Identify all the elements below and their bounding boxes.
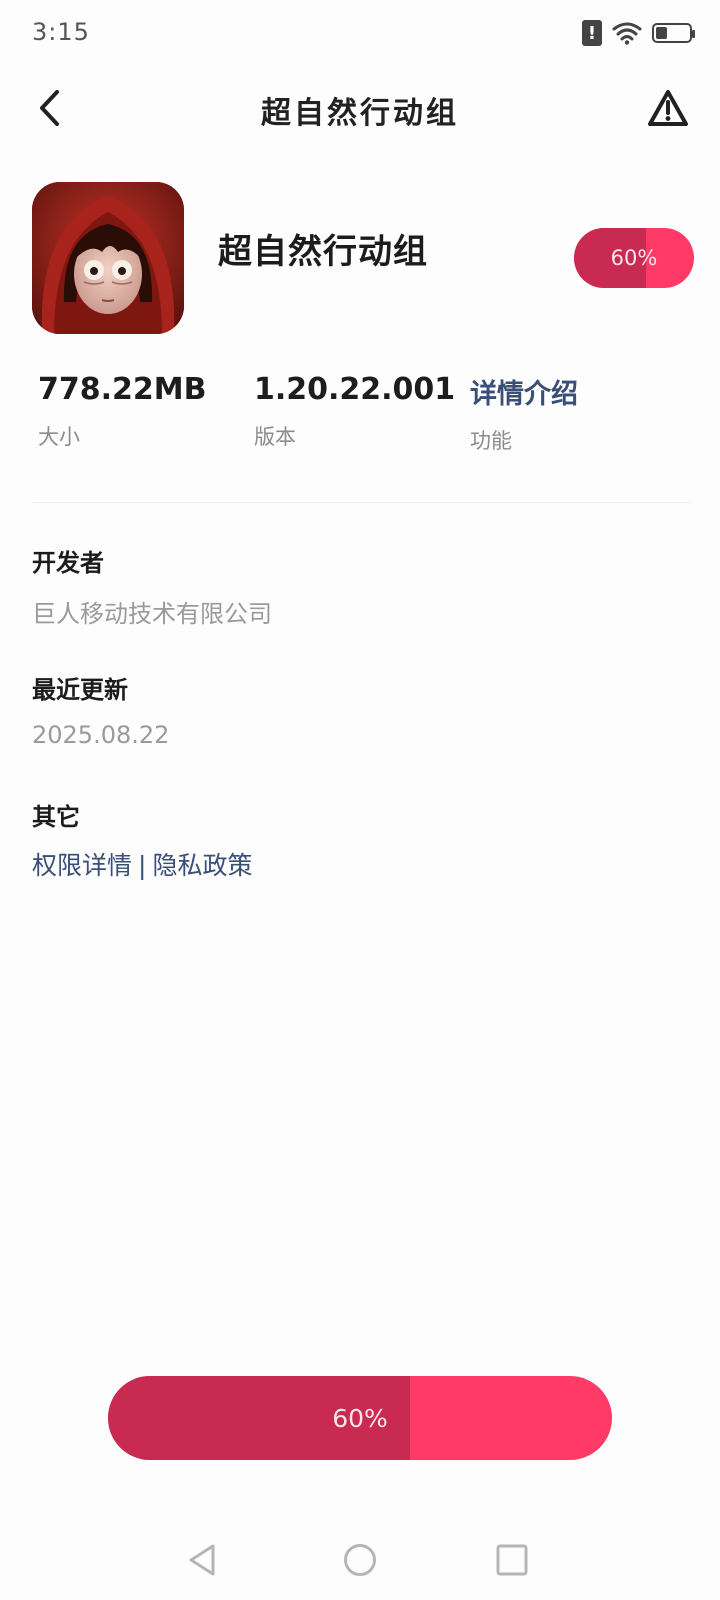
privacy-policy-link[interactable]: 隐私政策 (152, 851, 252, 880)
page-title: 超自然行动组 (261, 96, 459, 131)
system-back-button[interactable] (180, 1538, 224, 1582)
battery-level-fill (656, 27, 668, 39)
other-title: 其它 (32, 803, 80, 831)
status-time: 3:15 (32, 18, 90, 46)
warning-triangle-icon (648, 90, 688, 126)
developer-section: 开发者 巨人移动技术有限公司 (32, 543, 692, 629)
alert-badge-icon: ! (582, 20, 602, 46)
main-progress-label: 60% (332, 1403, 388, 1433)
stat-size: 778.22MB 大小 (38, 372, 207, 451)
stat-version-label: 版本 (254, 425, 296, 449)
app-detail-page: 3:15 ! 超自然行动组 超自然行动组 60% 778.22MB 大小 1.2… (0, 0, 720, 1600)
download-progress-button[interactable]: 60% (108, 1376, 612, 1460)
stat-version-value: 1.20.22.001 (254, 372, 456, 407)
system-nav-bar (0, 1528, 720, 1592)
divider (32, 502, 692, 503)
update-title: 最近更新 (32, 676, 128, 704)
stat-features-label: 功能 (470, 429, 512, 453)
stat-version: 1.20.22.001 版本 (254, 372, 455, 451)
other-links: 权限详情 | 隐私政策 (32, 846, 692, 882)
developer-name: 巨人移动技术有限公司 (32, 600, 272, 628)
developer-title: 开发者 (32, 549, 104, 577)
system-recents-button[interactable] (490, 1538, 534, 1582)
app-header: 超自然行动组 60% (32, 182, 694, 334)
mini-progress-label: 60% (610, 246, 658, 270)
update-date: 2025.08.22 (32, 721, 170, 749)
mini-download-progress-button[interactable]: 60% (574, 228, 694, 288)
battery-icon (652, 23, 695, 43)
link-separator: | (138, 851, 147, 880)
recents-square-icon (496, 1544, 528, 1576)
other-section: 其它 权限详情 | 隐私政策 (32, 797, 692, 882)
app-icon-red-hood-girl (32, 182, 184, 334)
permissions-link[interactable]: 权限详情 (32, 851, 132, 880)
stat-size-value: 778.22MB (38, 372, 207, 407)
stat-size-label: 大小 (38, 425, 80, 449)
system-home-button[interactable] (338, 1538, 382, 1582)
stat-features[interactable]: 详情介绍 功能 (470, 372, 578, 455)
app-name: 超自然行动组 (218, 232, 428, 272)
status-bar: 3:15 ! (0, 0, 720, 70)
details-link[interactable]: 详情介绍 (470, 372, 578, 411)
home-circle-icon (344, 1544, 376, 1576)
top-nav: 超自然行动组 (0, 72, 720, 144)
update-section: 最近更新 2025.08.22 (32, 670, 692, 749)
wifi-icon (612, 22, 642, 45)
report-button[interactable] (644, 84, 692, 132)
back-triangle-icon (189, 1544, 215, 1576)
app-icon (32, 182, 184, 334)
status-icons: ! (582, 20, 695, 46)
stats-row: 778.22MB 大小 1.20.22.001 版本 详情介绍 功能 (38, 372, 678, 462)
